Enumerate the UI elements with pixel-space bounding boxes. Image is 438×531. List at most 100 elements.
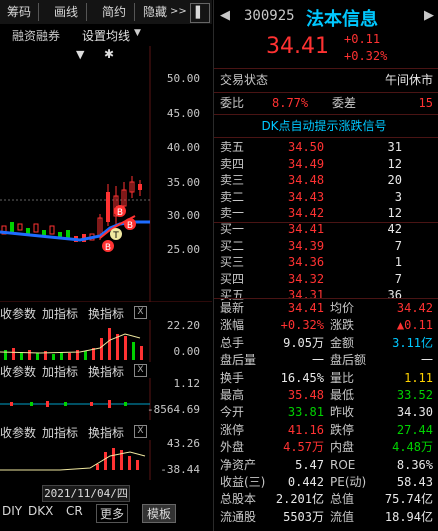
- asks-volume: 12: [387, 206, 402, 220]
- dk-signal-banner[interactable]: DK点自动提示涨跌信号: [224, 118, 424, 135]
- order-ratio-row: 委比 8.77% 委差 15: [214, 95, 438, 112]
- asks-volume: 12: [387, 156, 402, 171]
- bids-row[interactable]: 买四 34.32 7: [214, 271, 438, 288]
- bids-row[interactable]: 买三 34.36 1: [214, 254, 438, 271]
- stat-label: 流通股: [220, 509, 257, 524]
- close-icon[interactable]: X: [134, 425, 147, 438]
- close-icon[interactable]: X: [134, 306, 147, 319]
- tab-draw[interactable]: 画线: [46, 3, 87, 21]
- indicator-toolbar: 收参数 加指标 换指标: [0, 423, 150, 441]
- stat-label: 涨跌: [330, 318, 355, 333]
- chart-subbar: 融资融券 设置均线 ▼ ▼ ✱: [0, 24, 212, 61]
- stat-label: 最新: [220, 301, 245, 315]
- stat-label: 昨收: [330, 405, 355, 420]
- tab-diy[interactable]: DIY: [2, 504, 22, 518]
- stat-row: 盘后量一盘后额一: [214, 352, 438, 369]
- stat-value: 75.74亿: [384, 492, 433, 507]
- switch-indicator-button[interactable]: 换指标: [88, 424, 124, 441]
- tab-cr[interactable]: CR: [66, 504, 83, 518]
- y-tick: 40.00: [166, 141, 200, 154]
- indicator-ymax: 1.12: [173, 377, 201, 390]
- stat-value: 4.48万: [392, 440, 433, 455]
- stat-label: 涨停: [220, 422, 245, 437]
- candle: [26, 228, 30, 234]
- bids-label: 买四: [220, 271, 245, 286]
- template-button[interactable]: 模板: [142, 504, 177, 523]
- stat-label: 今开: [220, 405, 245, 420]
- y-tick: 30.00: [166, 209, 200, 222]
- buy-marker[interactable]: B: [124, 218, 136, 231]
- stat-label: 外盘: [220, 440, 245, 455]
- stat-value: 1.11: [404, 370, 433, 385]
- stat-label: 收益(三): [220, 475, 266, 489]
- tab-simple[interactable]: 简约: [94, 3, 135, 21]
- turn-marker-label: T: [112, 231, 119, 241]
- asks-label: 卖四: [220, 156, 245, 171]
- stat-label: 盘后量: [220, 353, 257, 368]
- stock-name: 法本信息: [306, 9, 378, 30]
- bids-row[interactable]: 买二 34.39 7: [214, 238, 438, 255]
- tab-hide[interactable]: 隐藏: [140, 3, 170, 21]
- stat-value: 16.45%: [280, 370, 324, 385]
- stat-value: 34.30: [396, 405, 433, 420]
- add-indicator-button[interactable]: 加指标: [42, 424, 78, 441]
- candle: [138, 184, 142, 190]
- buy-marker-label: B: [105, 243, 111, 253]
- asks-label: 卖三: [220, 173, 245, 187]
- stat-label: 盘后额: [330, 353, 367, 368]
- indicator-params-button[interactable]: 收参数: [0, 424, 36, 441]
- stat-value: 5.47: [295, 457, 324, 472]
- buy-marker[interactable]: B: [102, 240, 114, 253]
- y-tick: 50.00: [166, 72, 200, 85]
- asks-row[interactable]: 卖一 34.42 12: [214, 205, 438, 222]
- buy-marker-label: B: [127, 221, 133, 231]
- order-diff-value: 15: [418, 96, 433, 110]
- candle: [33, 223, 39, 233]
- stat-value: 8.36%: [396, 457, 433, 472]
- bids-volume: 1: [394, 255, 402, 269]
- ma-settings-button[interactable]: 设置均线: [82, 27, 130, 44]
- sidebar-toggle-icon[interactable]: ▌: [190, 3, 210, 23]
- stat-value: 35.48: [287, 388, 324, 402]
- trade-status-row: 交易状态 午间休市: [214, 72, 438, 89]
- trade-status-label: 交易状态: [220, 73, 269, 87]
- stat-row: 流通股 5503万 流值 18.94亿: [214, 509, 438, 526]
- asks-price: 34.48: [288, 173, 325, 187]
- stat-value: 2.201亿: [275, 492, 324, 507]
- asks-row[interactable]: 卖三 34.48 20: [214, 172, 438, 189]
- stat-value: 4.57万: [283, 440, 324, 455]
- candle: [17, 223, 23, 231]
- asks-row[interactable]: 卖二 34.43 3: [214, 189, 438, 206]
- margin-trading-link[interactable]: 融资融券: [12, 27, 60, 44]
- stat-label: 最高: [220, 388, 245, 402]
- indicator-ymin: 0.00: [173, 345, 201, 358]
- prev-stock-icon[interactable]: ◀: [220, 8, 230, 23]
- stat-label: 流值: [330, 509, 355, 524]
- bids-row[interactable]: 买一 34.41 42: [214, 221, 438, 238]
- stat-value: 0.442: [287, 475, 324, 489]
- stat-value: ▲0.11: [396, 318, 433, 333]
- cursor-date: 2021/11/04/四: [42, 485, 130, 502]
- stat-value: +0.32%: [280, 318, 324, 333]
- bids-price: 34.36: [288, 255, 325, 269]
- more-button[interactable]: 更多: [96, 504, 129, 523]
- tab-dkx[interactable]: DKX: [28, 504, 53, 518]
- next-stock-icon[interactable]: ▶: [424, 8, 434, 23]
- asks-row[interactable]: 卖五 34.50 31: [214, 139, 438, 156]
- turn-marker[interactable]: T: [110, 228, 122, 241]
- stat-label: 最低: [330, 388, 355, 402]
- asks-row[interactable]: 卖四 34.49 12: [214, 156, 438, 173]
- asks-price: 34.49: [288, 156, 325, 171]
- stat-value: 33.81: [287, 405, 324, 420]
- y-tick: 35.00: [166, 176, 200, 189]
- tab-chips[interactable]: 筹码: [0, 3, 39, 21]
- more-tabs-button[interactable]: >>: [170, 3, 187, 21]
- stat-label: 均价: [330, 301, 355, 315]
- stat-label: 涨幅: [220, 318, 245, 333]
- bids-label: 买二: [220, 238, 245, 253]
- close-icon[interactable]: X: [134, 364, 147, 377]
- price-change: +0.11: [344, 32, 381, 46]
- chevron-down-icon[interactable]: ▼: [134, 28, 141, 38]
- stat-label: 内盘: [330, 440, 355, 455]
- stat-value: 34.41: [287, 301, 324, 315]
